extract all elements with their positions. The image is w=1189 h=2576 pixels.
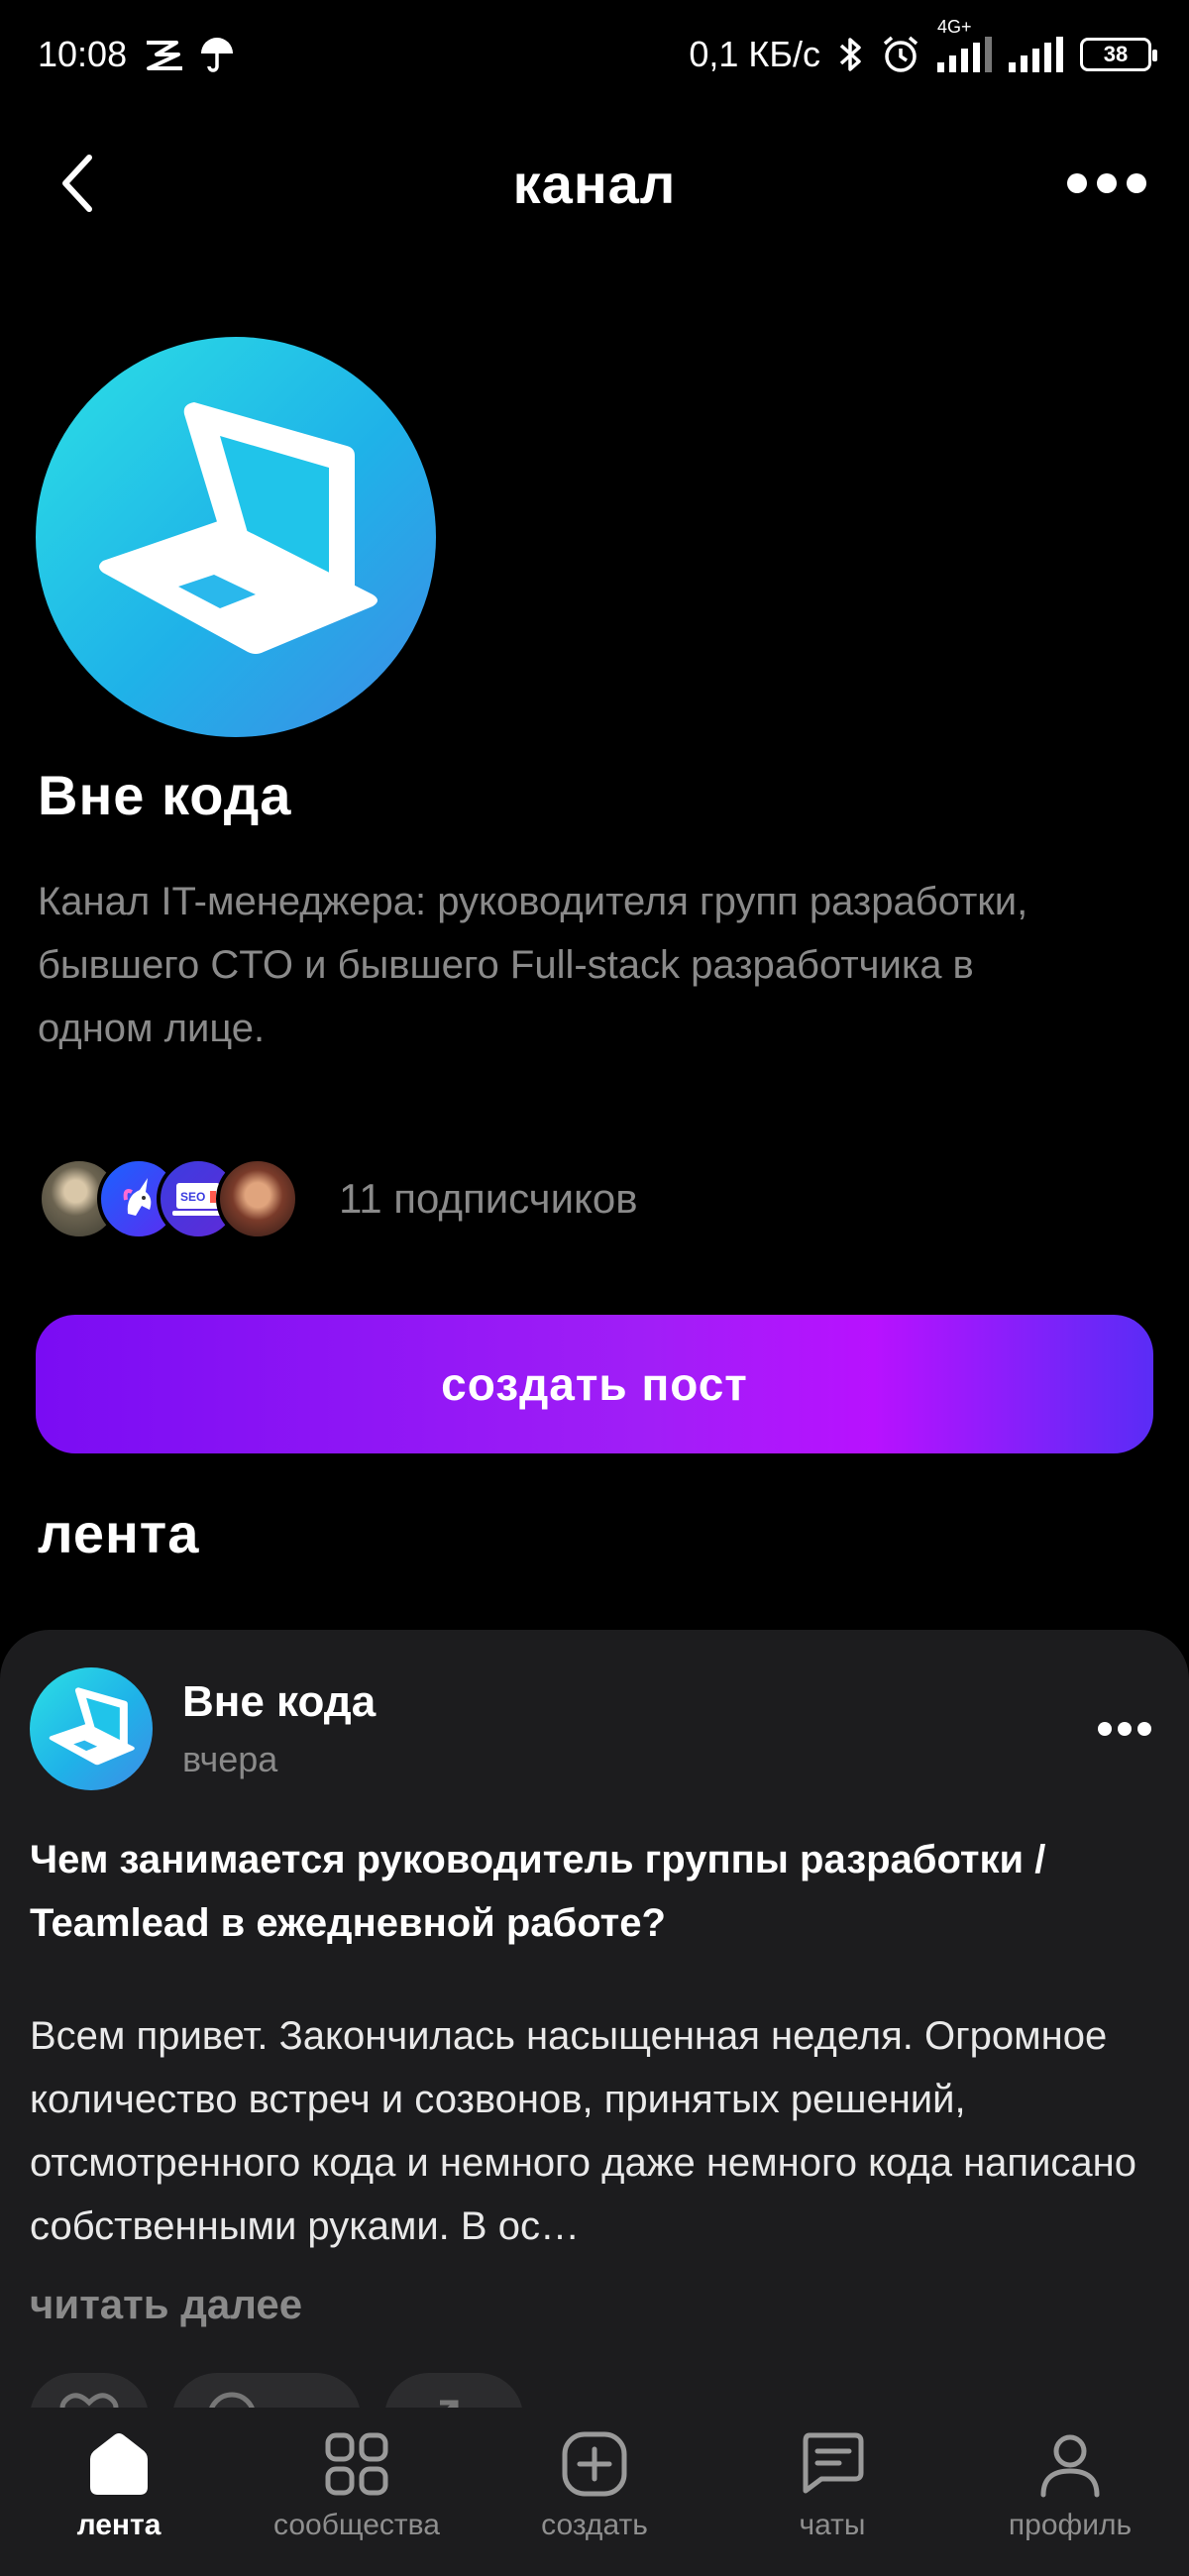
subscribers-count: 11 подписчиков: [339, 1175, 638, 1222]
plus-square-icon: [562, 2431, 627, 2497]
laptop-icon: [49, 1687, 135, 1766]
feed-section-title: лента: [38, 1502, 200, 1564]
nav-label-create: создать: [541, 2509, 648, 2541]
top-nav: канал: [0, 119, 1189, 248]
network-speed: 0,1 КБ/с: [689, 34, 820, 74]
nav-item-communities[interactable]: сообщества: [248, 2429, 466, 2542]
nav-item-chats[interactable]: чаты: [723, 2429, 941, 2542]
post-time: вчера: [182, 1739, 278, 1779]
grid-icon: [325, 2432, 388, 2496]
post-body: Всем привет. Закончилась насыщенная неде…: [30, 2014, 1137, 2248]
notification-icon: [143, 37, 183, 72]
svg-text:SEO: SEO: [180, 1190, 205, 1204]
battery-icon: 38: [1080, 38, 1157, 71]
network-type: 4G+: [937, 17, 972, 37]
feed-icon: [90, 2433, 148, 2495]
nav-item-feed[interactable]: лента: [10, 2429, 228, 2542]
profile-icon: [1040, 2434, 1100, 2498]
status-bar-left: 10:08: [38, 34, 236, 75]
more-options-button[interactable]: [1062, 144, 1151, 223]
nav-item-profile[interactable]: профиль: [961, 2429, 1179, 2542]
bottom-nav: лента сообщества создать чаты профиль: [0, 2408, 1189, 2576]
channel-description: Канал IT-менеджера: руководителя групп р…: [38, 880, 1028, 1050]
umbrella-icon: [198, 36, 236, 73]
post-card[interactable]: Вне кода вчера Чем занимается руководите…: [0, 1630, 1189, 2422]
nav-label-profile: профиль: [1008, 2509, 1133, 2541]
nav-label-communities: сообщества: [273, 2509, 440, 2541]
nav-label-feed: лента: [76, 2509, 162, 2541]
page-title: канал: [512, 152, 677, 215]
channel-avatar: [36, 337, 436, 737]
create-post-button[interactable]: создать пост: [36, 1315, 1153, 1453]
post-more-button[interactable]: [1080, 1699, 1169, 1759]
post-title: Чем занимается руководитель группы разра…: [30, 1838, 1046, 1945]
signal-icon: [1009, 37, 1064, 72]
subscriber-avatars: SEO: [38, 1157, 299, 1240]
back-button[interactable]: [38, 144, 117, 223]
nav-item-create[interactable]: создать: [486, 2429, 703, 2542]
chevron-left-icon: [62, 155, 92, 212]
signal-icon: 4G+: [937, 17, 993, 72]
alarm-icon: [880, 34, 921, 75]
status-bar: 10:08 0,1 КБ/с 4G+ 38: [0, 0, 1189, 109]
more-horizontal-icon: [1067, 173, 1146, 193]
battery-level: 38: [1103, 42, 1129, 66]
avatar: [216, 1157, 299, 1240]
chat-icon: [803, 2432, 864, 2494]
bluetooth-icon: [836, 35, 864, 74]
status-bar-right: 0,1 КБ/с 4G+ 38: [689, 17, 1157, 75]
more-horizontal-icon: [1098, 1722, 1151, 1736]
post-author[interactable]: Вне кода: [182, 1677, 376, 1727]
laptop-icon: [99, 402, 378, 654]
subscribers-row[interactable]: SEO 11 подписчиков: [38, 1154, 638, 1243]
status-time: 10:08: [38, 34, 128, 74]
channel-name: Вне кода: [38, 764, 292, 826]
read-more-link[interactable]: читать далее: [30, 2281, 302, 2328]
post-author-avatar[interactable]: [30, 1667, 153, 1790]
nav-label-chats: чаты: [799, 2509, 866, 2541]
